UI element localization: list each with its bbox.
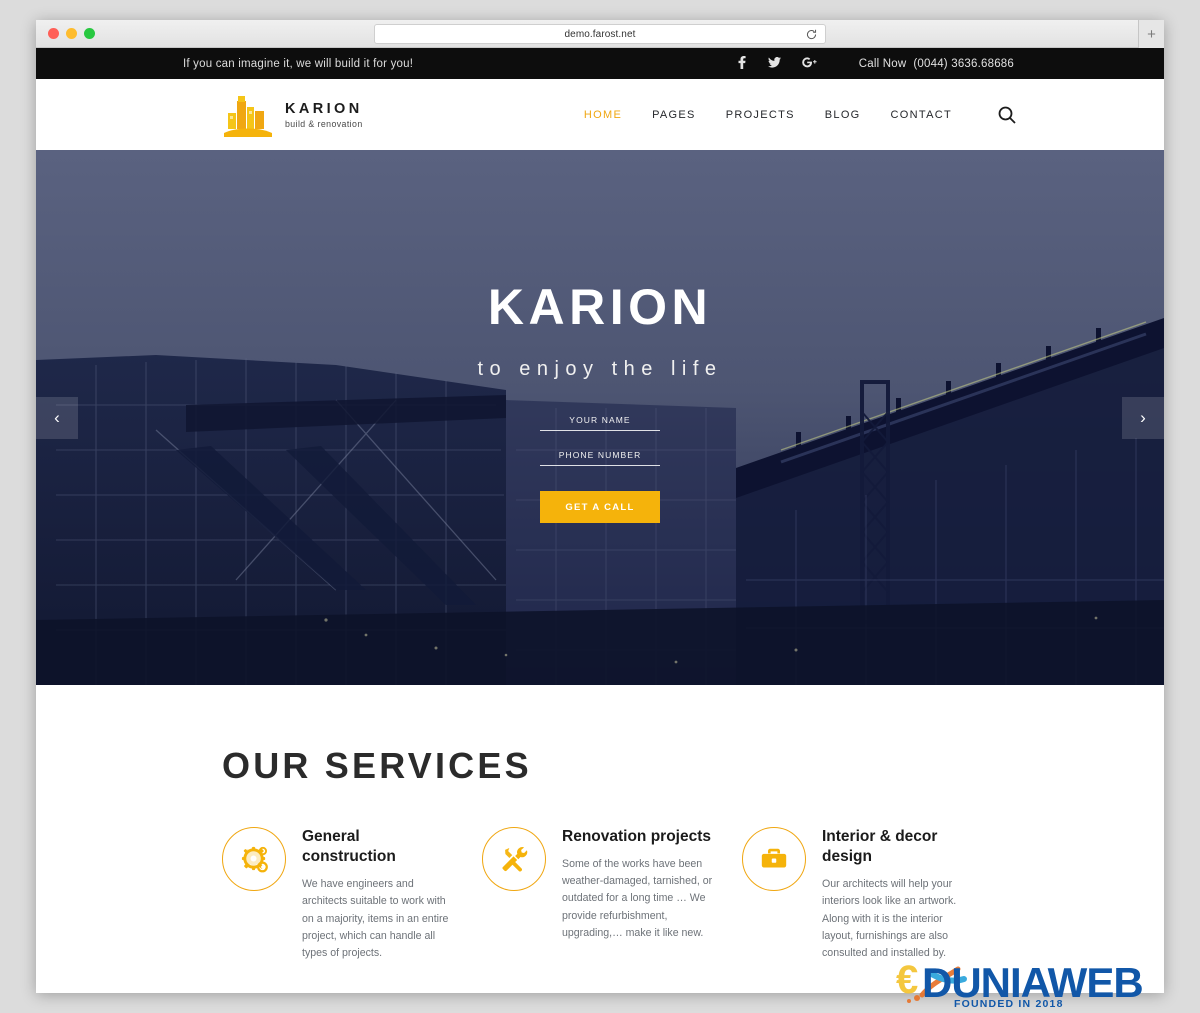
logo-text: KARION build & renovation — [285, 101, 363, 129]
twitter-icon[interactable] — [767, 57, 781, 70]
site-header: KARION build & renovation HOME PAGES PRO… — [36, 79, 1164, 150]
briefcase-icon — [742, 827, 806, 891]
nav-item-blog[interactable]: BLOG — [810, 109, 876, 121]
nav-item-home[interactable]: HOME — [569, 109, 637, 121]
service-card-title: Renovation projects — [562, 828, 711, 845]
service-card-text: We have engineers and architects suitabl… — [302, 878, 449, 959]
service-card-body: Renovation projects Some of the works ha… — [562, 827, 716, 962]
service-card-body: General construction We have engineers a… — [302, 827, 456, 962]
logo[interactable]: KARION build & renovation — [222, 93, 363, 137]
facebook-icon[interactable] — [736, 56, 747, 71]
topbar-right: Call Now (0044) 3636.68686 — [736, 56, 1014, 71]
nav-item-pages[interactable]: PAGES — [637, 109, 711, 121]
url-text: demo.farost.net — [564, 28, 636, 40]
window-controls[interactable] — [48, 28, 95, 39]
browser-window: demo.farost.net + If you can imagine it,… — [36, 20, 1164, 993]
get-a-call-button[interactable]: GET A CALL — [540, 491, 660, 523]
buildings-logo-icon — [224, 95, 272, 137]
hero-slider: KARION to enjoy the life GET A CALL ‹ › — [36, 150, 1164, 685]
services-heading: OUR SERVICES — [222, 745, 532, 786]
phone-number: (0044) 3636.68686 — [913, 57, 1014, 70]
screenshot-root: demo.farost.net + If you can imagine it,… — [0, 0, 1200, 1013]
slider-prev-arrow-icon[interactable]: ‹ — [36, 396, 78, 439]
topbar-tagline: If you can imagine it, we will build it … — [183, 57, 414, 70]
close-window-button[interactable] — [48, 28, 59, 39]
service-card-text: Our architects will help your interiors … — [822, 878, 957, 959]
hero-subtitle: to enjoy the life — [477, 358, 723, 380]
new-tab-button[interactable]: + — [1138, 20, 1164, 48]
service-card-text: Some of the works have been weather-dama… — [562, 858, 713, 939]
watermark-subtitle: FOUNDED IN 2018 — [954, 998, 1064, 1010]
logo-tagline: build & renovation — [285, 118, 363, 129]
slider-next-arrow-icon[interactable]: › — [1122, 396, 1164, 439]
logo-brand: KARION — [285, 100, 363, 117]
services-section: OUR SERVICES General construction We hav… — [36, 685, 1164, 963]
minimize-window-button[interactable] — [66, 28, 77, 39]
phone-input[interactable] — [540, 447, 660, 466]
nav-item-contact[interactable]: CONTACT — [876, 109, 967, 121]
hammer-wrench-icon — [482, 827, 546, 891]
main-navigation: HOME PAGES PROJECTS BLOG CONTACT — [569, 109, 967, 121]
service-card[interactable]: Interior & decor design Our architects w… — [742, 827, 1002, 962]
zoom-window-button[interactable] — [84, 28, 95, 39]
nav-item-projects[interactable]: PROJECTS — [711, 109, 810, 121]
name-input[interactable] — [540, 412, 660, 431]
call-now-label: Call Now — [858, 57, 907, 70]
google-plus-icon[interactable] — [801, 57, 817, 70]
top-announcement-bar: If you can imagine it, we will build it … — [36, 48, 1164, 79]
hero-content: KARION to enjoy the life GET A CALL — [36, 150, 1164, 685]
search-icon[interactable] — [997, 105, 1017, 125]
browser-chrome-bar: demo.farost.net + — [36, 20, 1164, 48]
social-links[interactable] — [736, 56, 817, 71]
call-now-block[interactable]: Call Now (0044) 3636.68686 — [859, 58, 1014, 70]
page-viewport: If you can imagine it, we will build it … — [36, 48, 1164, 993]
callback-form: GET A CALL — [540, 412, 660, 523]
address-bar[interactable]: demo.farost.net — [374, 24, 826, 44]
gears-icon — [222, 827, 286, 891]
hero-title: KARION — [487, 279, 713, 335]
service-card-title: General construction — [302, 828, 396, 866]
services-cards: General construction We have engineers a… — [222, 827, 1164, 962]
service-card[interactable]: General construction We have engineers a… — [222, 827, 482, 962]
service-card-title: Interior & decor design — [822, 828, 938, 866]
service-card[interactable]: Renovation projects Some of the works ha… — [482, 827, 742, 962]
reload-icon[interactable] — [805, 28, 818, 41]
service-card-body: Interior & decor design Our architects w… — [822, 827, 976, 962]
